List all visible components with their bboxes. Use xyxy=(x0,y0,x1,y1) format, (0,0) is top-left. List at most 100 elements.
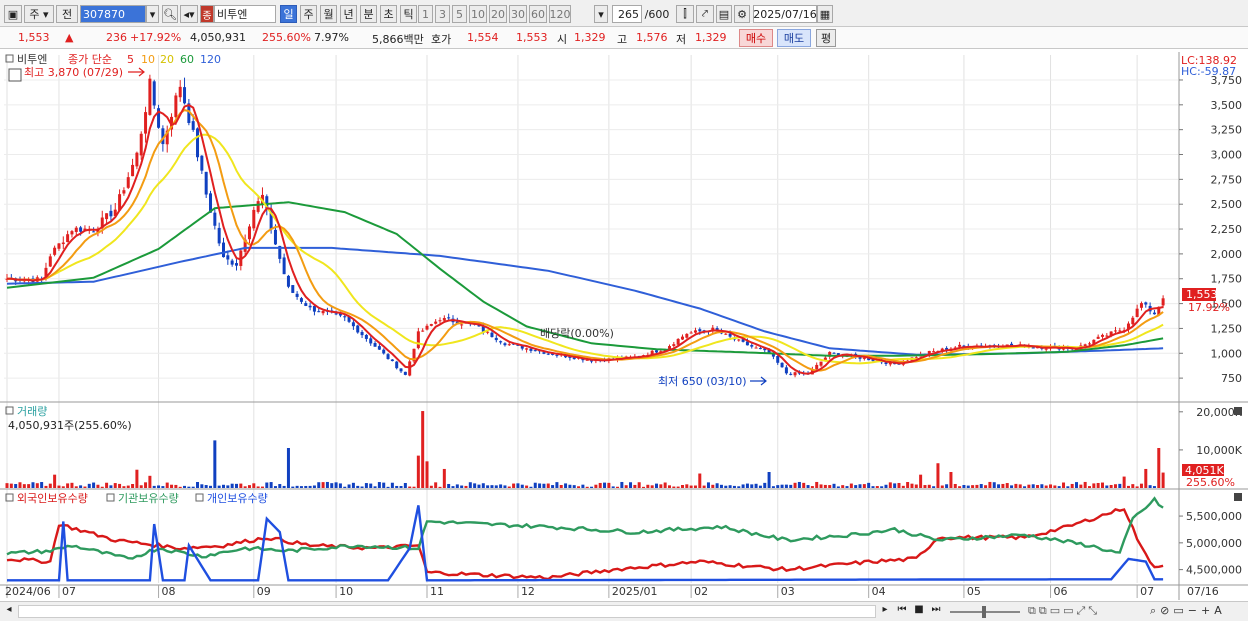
volume-bar xyxy=(685,484,689,488)
zoom-icons[interactable]: ⌕⊘▭−+A xyxy=(1150,604,1246,619)
tab-일[interactable]: 일 xyxy=(280,5,297,23)
volume-bar xyxy=(377,482,381,488)
volume-bar xyxy=(170,484,174,488)
candle-body xyxy=(222,242,225,258)
save-icon[interactable]: ▤ xyxy=(716,5,732,23)
candle-body xyxy=(494,337,498,341)
interval-20[interactable]: 20 xyxy=(489,5,507,23)
interval-60[interactable]: 60 xyxy=(529,5,547,23)
stock-chart[interactable]: 비투엔 종가 단순 5 10 20 60 120 최고 3,870 (07/29… xyxy=(0,50,1248,600)
code-dropdown-icon[interactable]: ▾ xyxy=(146,5,159,23)
volume-bar xyxy=(14,484,18,488)
stock-code-input[interactable]: 307870 xyxy=(80,5,146,23)
volume-bar xyxy=(269,482,273,488)
volume-bar xyxy=(74,486,78,488)
candle-body xyxy=(386,354,390,360)
grid-toggle-icon[interactable] xyxy=(8,68,22,82)
candle-body xyxy=(676,338,680,345)
candle-body xyxy=(1118,330,1122,332)
x-tick-label: 2025/01 xyxy=(612,585,658,598)
candle-body xyxy=(291,285,295,293)
scroll-left-icon[interactable]: ◂ xyxy=(2,604,16,619)
tab-틱[interactable]: 틱 xyxy=(400,5,417,23)
volume-bar xyxy=(113,483,117,488)
tab-초[interactable]: 초 xyxy=(380,5,397,23)
tab-년[interactable]: 년 xyxy=(340,5,357,23)
last-price-label: 1,553 xyxy=(1186,288,1218,301)
volume-bar xyxy=(183,485,187,488)
search-icon[interactable]: 🔍︎ xyxy=(162,5,178,23)
volume-bar xyxy=(83,486,87,488)
prev-button[interactable]: 전 xyxy=(56,5,78,23)
scroll-track[interactable] xyxy=(18,605,876,618)
volume-bar xyxy=(841,485,845,488)
candle-body xyxy=(499,341,503,343)
volume-bar xyxy=(408,486,412,488)
candle-body xyxy=(217,227,221,244)
window-icon[interactable]: ▣ xyxy=(4,5,22,23)
volume-bar xyxy=(810,486,814,488)
volume-bar xyxy=(546,483,550,488)
buy-button[interactable]: 매수 xyxy=(739,29,773,47)
bar-count-input[interactable]: 265 xyxy=(612,5,642,23)
tab-월[interactable]: 월 xyxy=(320,5,337,23)
tab-주[interactable]: 주 xyxy=(300,5,317,23)
candle-body xyxy=(66,234,70,243)
interval-1[interactable]: 1 xyxy=(418,5,433,23)
volume-bar xyxy=(135,469,139,488)
period-select[interactable]: 주 ▾ xyxy=(24,5,54,23)
volume-bar xyxy=(122,486,126,488)
volume-bar xyxy=(819,484,823,488)
volume-bar xyxy=(165,482,169,488)
tab-분[interactable]: 분 xyxy=(360,5,377,23)
volume-bar xyxy=(979,484,983,488)
volume-bar xyxy=(1014,483,1018,488)
eval-button[interactable]: 평 xyxy=(816,29,836,47)
stop-icon[interactable]: ■ xyxy=(912,604,926,619)
interval-3[interactable]: 3 xyxy=(435,5,450,23)
gear-icon[interactable]: ⚙ xyxy=(734,5,750,23)
price-value: 1,553 xyxy=(18,31,50,44)
candle-body xyxy=(542,352,546,354)
legend-ma20: 20 xyxy=(160,53,174,66)
legend-foreign: 외국인보유수량 xyxy=(17,492,88,505)
volume-bar xyxy=(646,484,650,488)
interval-30[interactable]: 30 xyxy=(509,5,527,23)
x-tick-label: 04 xyxy=(872,585,886,598)
zoom-slider-handle[interactable] xyxy=(982,606,986,618)
volume-bar xyxy=(100,486,104,488)
date-input[interactable]: 2025/07/16 xyxy=(753,5,817,23)
volume-bar xyxy=(663,482,667,488)
high-label: 고 xyxy=(617,33,628,46)
turnover-rate: 7.97% xyxy=(314,31,349,44)
volume-bar xyxy=(217,485,221,488)
interval-120[interactable]: 120 xyxy=(549,5,571,23)
x-tick-label: 2024/06 xyxy=(5,585,51,598)
volume-close-icon[interactable] xyxy=(1234,407,1242,415)
interval-5[interactable]: 5 xyxy=(452,5,467,23)
volume-bar xyxy=(888,482,892,488)
volume-bar xyxy=(525,485,529,488)
volume-bar xyxy=(356,485,360,488)
candle-body xyxy=(507,344,511,346)
candle-body xyxy=(273,229,277,245)
scroll-right-icon[interactable]: ▸ xyxy=(878,604,892,619)
sell-button[interactable]: 매도 xyxy=(777,29,811,47)
volume-bar xyxy=(48,483,52,488)
holdings-close-icon[interactable] xyxy=(1234,493,1242,501)
candle-icon[interactable]: ⫿ xyxy=(676,5,694,23)
volume-bar xyxy=(1148,485,1152,488)
layout-icons[interactable]: ⧉⧉▭▭⤢⤡ xyxy=(1028,604,1148,619)
candle-body xyxy=(183,87,187,104)
volume-bar xyxy=(637,482,641,488)
forward-icon[interactable]: ⏭ xyxy=(929,604,943,619)
calendar-icon[interactable]: ▦ xyxy=(817,5,833,23)
volume-bar xyxy=(351,482,355,488)
stock-name-field[interactable]: 비투엔 xyxy=(214,5,276,23)
rewind-icon[interactable]: ⏮ xyxy=(895,604,909,619)
draw-icon[interactable]: ⤤ xyxy=(696,5,714,23)
interval-dropdown-icon[interactable]: ▾ xyxy=(594,5,608,23)
interval-10[interactable]: 10 xyxy=(469,5,487,23)
volume-value-label: 4,050,931주(255.60%) xyxy=(8,419,132,432)
speaker-icon[interactable]: ◂▾ xyxy=(180,5,198,23)
